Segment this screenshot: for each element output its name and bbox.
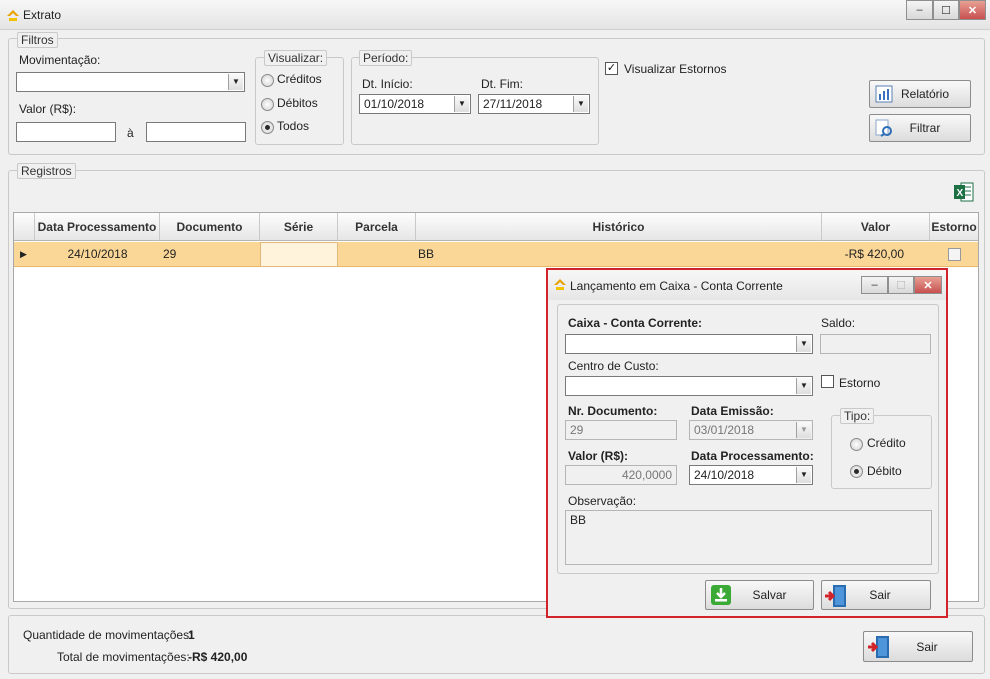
- caixa-combo[interactable]: ▼: [565, 334, 813, 354]
- dt-fim-picker[interactable]: 27/11/2018 ▼: [478, 94, 590, 114]
- cell-data-processamento[interactable]: 24/10/2018: [35, 242, 160, 267]
- data-emissao-label: Data Emissão:: [691, 404, 774, 418]
- window-titlebar: Extrato – ☐ ✕: [0, 0, 990, 30]
- radio-debito[interactable]: [850, 465, 863, 478]
- tipo-legend: Tipo:: [840, 408, 875, 424]
- app-logo-icon: [5, 7, 21, 23]
- relatorio-button[interactable]: Relatório: [869, 80, 971, 108]
- movimentacao-label: Movimentação:: [19, 53, 101, 67]
- valor-label: Valor (R$):: [19, 102, 77, 116]
- total-label: Total de movimentações:: [57, 650, 190, 664]
- valor-separator: à: [127, 126, 134, 140]
- observacao-textarea[interactable]: BB: [565, 510, 932, 565]
- calendar-dropdown-icon[interactable]: ▼: [573, 96, 588, 112]
- chevron-down-icon[interactable]: ▼: [228, 74, 243, 90]
- dt-inicio-picker[interactable]: 01/10/2018 ▼: [359, 94, 471, 114]
- dt-fim-label: Dt. Fim:: [481, 77, 523, 91]
- row-pointer-icon: ▶: [20, 249, 27, 259]
- dialog-sair-button[interactable]: Sair: [821, 580, 931, 610]
- radio-debito-label[interactable]: Débito: [867, 464, 902, 478]
- app-logo-icon: [552, 276, 568, 292]
- col-header-documento[interactable]: Documento: [160, 213, 260, 241]
- filtros-legend: Filtros: [17, 32, 58, 48]
- centro-custo-label: Centro de Custo:: [568, 359, 659, 373]
- saldo-label: Saldo:: [821, 316, 856, 330]
- dt-inicio-label: Dt. Início:: [362, 77, 413, 91]
- col-header-estorno[interactable]: Estorno: [930, 213, 978, 241]
- window-title: Extrato: [23, 8, 62, 22]
- radio-todos[interactable]: [261, 121, 274, 134]
- calendar-dropdown-icon[interactable]: ▼: [796, 467, 811, 483]
- valor-ate-input[interactable]: [146, 122, 246, 142]
- chevron-down-icon[interactable]: ▼: [796, 336, 811, 352]
- nr-documento-label: Nr. Documento:: [568, 404, 658, 418]
- data-processamento-picker[interactable]: 24/10/2018 ▼: [689, 465, 813, 485]
- valor-label: Valor (R$):: [568, 449, 629, 463]
- data-processamento-label: Data Processamento:: [691, 449, 814, 463]
- salvar-button[interactable]: Salvar: [705, 580, 814, 610]
- dialog-sair-label: Sair: [869, 588, 891, 602]
- dialog-maximize-button: ☐: [888, 276, 914, 294]
- visualizar-legend: Visualizar:: [264, 50, 328, 66]
- col-header-parcela[interactable]: Parcela: [338, 213, 416, 241]
- table-row[interactable]: ▶ 24/10/2018 29 BB -R$ 420,00: [14, 242, 978, 267]
- estorno-label[interactable]: Estorno: [839, 376, 880, 390]
- radio-debitos[interactable]: [261, 98, 274, 111]
- saldo-field: [820, 334, 931, 354]
- periodo-legend: Período:: [359, 50, 413, 66]
- radio-creditos-label[interactable]: Créditos: [277, 72, 322, 86]
- close-button[interactable]: ✕: [959, 0, 986, 20]
- registros-legend: Registros: [17, 163, 76, 179]
- valor-de-input[interactable]: [16, 122, 116, 142]
- row-header-column: [14, 213, 35, 241]
- cell-documento[interactable]: 29: [163, 242, 176, 267]
- dialog-minimize-button[interactable]: –: [861, 276, 888, 294]
- filtrar-button[interactable]: Filtrar: [869, 114, 971, 142]
- valor-field: 420,0000: [565, 465, 677, 485]
- cell-valor[interactable]: -R$ 420,00: [822, 242, 904, 267]
- chevron-down-icon: ▼: [796, 422, 811, 438]
- col-header-historico[interactable]: Histórico: [416, 213, 822, 241]
- minimize-button[interactable]: –: [906, 0, 933, 20]
- estorno-checkbox[interactable]: [821, 375, 834, 388]
- nr-documento-field: 29: [565, 420, 677, 440]
- caixa-label: Caixa - Conta Corrente:: [568, 316, 703, 330]
- cell-historico[interactable]: BB: [418, 242, 434, 267]
- dialog-title: Lançamento em Caixa - Conta Corrente: [570, 279, 783, 293]
- radio-credito[interactable]: [850, 438, 863, 451]
- relatorio-label: Relatório: [900, 87, 950, 101]
- col-header-data-processamento[interactable]: Data Processamento: [35, 213, 160, 241]
- calendar-dropdown-icon[interactable]: ▼: [454, 96, 469, 112]
- sair-button[interactable]: Sair: [863, 631, 973, 662]
- radio-todos-label[interactable]: Todos: [277, 119, 309, 133]
- dialog-titlebar: Lançamento em Caixa - Conta Corrente – ☐…: [548, 270, 946, 300]
- visualizar-estornos-checkbox[interactable]: ✓: [605, 62, 618, 75]
- lancamento-dialog: Lançamento em Caixa - Conta Corrente – ☐…: [546, 268, 948, 618]
- col-header-serie[interactable]: Série: [260, 213, 338, 241]
- maximize-button[interactable]: ☐: [933, 0, 959, 20]
- dialog-close-button[interactable]: ✕: [914, 276, 942, 294]
- radio-credito-label[interactable]: Crédito: [867, 436, 906, 450]
- footer-group: [8, 615, 985, 674]
- centro-custo-combo[interactable]: ▼: [565, 376, 813, 396]
- quantidade-label: Quantidade de movimentações:: [23, 628, 193, 642]
- sair-label: Sair: [916, 639, 938, 654]
- radio-debitos-label[interactable]: Débitos: [277, 96, 318, 110]
- data-emissao-picker: 03/01/2018 ▼: [689, 420, 813, 440]
- movimentacao-combo[interactable]: ▼: [16, 72, 245, 92]
- radio-creditos[interactable]: [261, 74, 274, 87]
- cell-serie[interactable]: [260, 242, 338, 267]
- svg-text:X: X: [957, 188, 964, 199]
- visualizar-estornos-label[interactable]: Visualizar Estornos: [624, 62, 727, 76]
- chevron-down-icon[interactable]: ▼: [796, 378, 811, 394]
- quantidade-value: 1: [188, 628, 195, 642]
- observacao-label: Observação:: [568, 494, 637, 508]
- filtrar-label: Filtrar: [909, 121, 941, 135]
- col-header-valor[interactable]: Valor: [822, 213, 930, 241]
- total-value: -R$ 420,00: [188, 650, 248, 664]
- cell-estorno-checkbox[interactable]: [948, 248, 961, 261]
- excel-export-icon[interactable]: X: [953, 181, 975, 206]
- salvar-label: Salvar: [752, 588, 787, 602]
